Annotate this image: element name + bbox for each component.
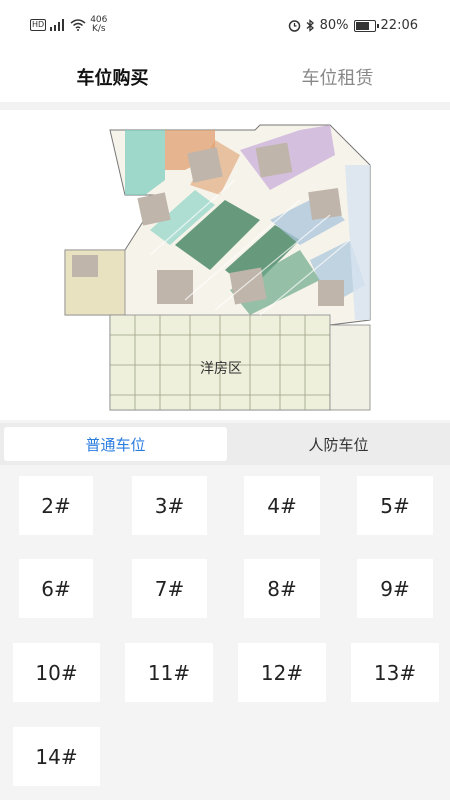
segment-regular-spots[interactable]: 普通车位 [4, 427, 227, 461]
spot-grid: 2# 3# 4# 5# 6# 7# 8# 9# 10# 11# 12# 13# … [0, 465, 450, 800]
spot-12[interactable]: 12# [238, 643, 326, 702]
net-speed-unit: K/s [91, 24, 106, 34]
spot-type-segment: 普通车位 人防车位 [0, 423, 450, 465]
alarm-icon [288, 20, 300, 32]
spot-2[interactable]: 2# [19, 476, 93, 535]
signal-icon [50, 19, 65, 31]
segment-civil-defense-spots[interactable]: 人防车位 [227, 423, 450, 465]
tab-rental[interactable]: 车位租赁 [225, 52, 450, 102]
spot-13[interactable]: 13# [351, 643, 439, 702]
clock: 22:06 [380, 18, 418, 33]
spot-5[interactable]: 5# [357, 476, 433, 535]
spot-14[interactable]: 14# [13, 727, 100, 786]
status-left: HD 406 K/s [30, 16, 107, 34]
divider [0, 102, 450, 110]
status-right: 80% 22:06 [288, 18, 418, 33]
parking-floor-map[interactable]: 洋房区 [0, 110, 450, 420]
floor-plan-image: 洋房区 [64, 124, 371, 411]
spot-9[interactable]: 9# [357, 559, 433, 618]
wifi-icon [70, 19, 86, 31]
bluetooth-icon [306, 19, 314, 32]
spot-4[interactable]: 4# [244, 476, 320, 535]
spot-11[interactable]: 11# [125, 643, 213, 702]
status-bar: HD 406 K/s 80% 22:06 [0, 0, 450, 52]
top-tabs: 车位购买 车位租赁 [0, 52, 450, 102]
tab-purchase[interactable]: 车位购买 [0, 52, 225, 102]
hd-icon: HD [30, 19, 47, 31]
spot-7[interactable]: 7# [132, 559, 207, 618]
net-speed: 406 K/s [90, 16, 107, 34]
spot-3[interactable]: 3# [132, 476, 207, 535]
battery-icon [353, 19, 379, 32]
battery-percent: 80% [319, 18, 349, 33]
spot-6[interactable]: 6# [19, 559, 93, 618]
spot-8[interactable]: 8# [244, 559, 320, 618]
spot-10[interactable]: 10# [13, 643, 100, 702]
map-area-label: 洋房区 [200, 361, 242, 377]
